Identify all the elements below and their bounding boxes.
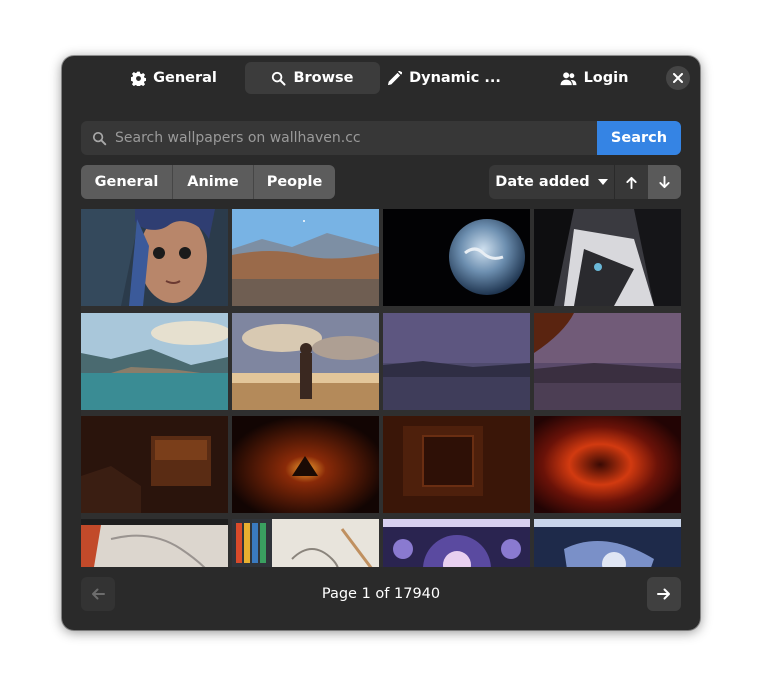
tab-login-label: Login	[583, 70, 629, 86]
wallpaper-thumbnail[interactable]	[232, 209, 379, 306]
sort-ascending-button[interactable]	[615, 165, 648, 199]
wallpaper-thumbnail[interactable]	[81, 416, 228, 513]
tab-login[interactable]: Login	[544, 62, 644, 94]
tab-browse-label: Browse	[293, 70, 354, 86]
sort-label: Date added	[495, 174, 590, 190]
tab-dynamic-label: Dynamic ...	[409, 70, 501, 86]
wallpaper-thumbnail[interactable]	[232, 416, 379, 513]
wallpaper-thumbnail[interactable]	[81, 209, 228, 306]
wallpaper-grid	[81, 209, 681, 567]
category-people-toggle[interactable]: People	[253, 165, 335, 199]
arrow-up-icon	[626, 176, 637, 189]
category-toggle-group: General Anime People	[81, 165, 335, 199]
category-anime-toggle[interactable]: Anime	[172, 165, 253, 199]
gear-icon	[131, 71, 147, 86]
search-icon	[272, 71, 287, 86]
sort-dropdown[interactable]: Date added	[489, 165, 614, 199]
wallpaper-thumbnail[interactable]	[534, 209, 681, 306]
tab-dynamic[interactable]: Dynamic ...	[384, 62, 504, 94]
close-button[interactable]	[666, 66, 690, 90]
category-people-label: People	[266, 174, 323, 190]
search-button[interactable]: Search	[597, 121, 681, 155]
wallpaper-thumbnail[interactable]	[383, 313, 530, 410]
pencil-icon	[388, 70, 403, 85]
wallpaper-thumbnail[interactable]	[81, 519, 228, 567]
wallpaper-thumbnail[interactable]	[383, 209, 530, 306]
next-page-button[interactable]	[647, 577, 681, 611]
wallpaper-thumbnail[interactable]	[232, 313, 379, 410]
category-anime-label: Anime	[187, 174, 239, 190]
wallpaper-thumbnail[interactable]	[383, 416, 530, 513]
search-button-label: Search	[610, 130, 668, 146]
close-icon	[673, 73, 683, 83]
chevron-down-icon	[597, 179, 608, 185]
search-input[interactable]	[113, 129, 597, 147]
wallpaper-thumbnail[interactable]	[81, 313, 228, 410]
wallpaper-thumbnail[interactable]	[383, 519, 530, 567]
wallpaper-thumbnail[interactable]	[534, 416, 681, 513]
previous-page-button[interactable]	[81, 577, 115, 611]
wallpaper-thumbnail[interactable]	[534, 519, 681, 567]
search-field	[81, 121, 597, 155]
preferences-window: General Browse Dynamic ... Login Search …	[62, 56, 700, 630]
tab-browse[interactable]: Browse	[245, 62, 380, 94]
page-indicator: Page 1 of 17940	[321, 586, 441, 602]
arrow-right-icon	[657, 588, 670, 600]
tab-general[interactable]: General	[122, 62, 226, 94]
wallpaper-thumbnail[interactable]	[232, 519, 379, 567]
arrow-left-icon	[92, 588, 105, 600]
search-icon	[92, 131, 107, 145]
sort-descending-button[interactable]	[648, 165, 681, 199]
wallpaper-thumbnail[interactable]	[534, 313, 681, 410]
users-icon	[560, 71, 577, 85]
category-general-toggle[interactable]: General	[81, 165, 172, 199]
tab-general-label: General	[153, 70, 217, 86]
arrow-down-icon	[659, 175, 670, 188]
category-general-label: General	[94, 174, 159, 190]
